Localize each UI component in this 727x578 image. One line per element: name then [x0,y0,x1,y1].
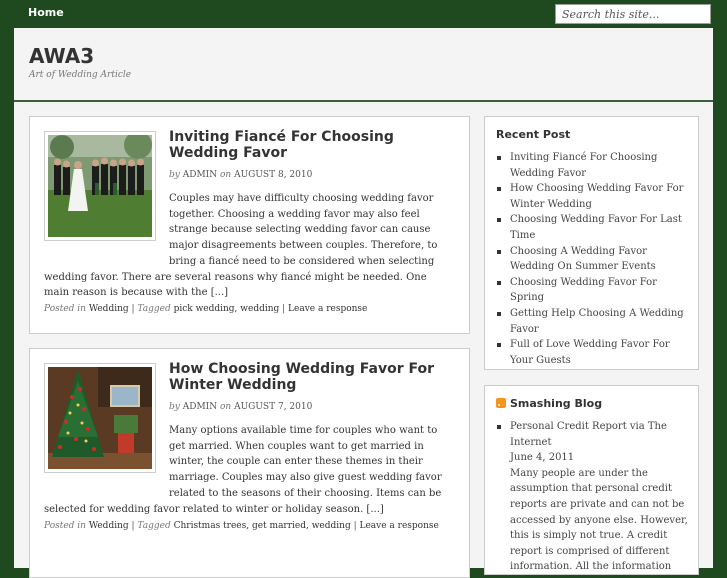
category-link[interactable]: Wedding [89,521,129,531]
recent-post-link[interactable]: Choosing Wedding Favor For Last Time [497,212,690,243]
post-footer: Posted in Wedding | Tagged Christmas tre… [44,521,439,531]
category-link[interactable]: Wedding [89,304,129,314]
feed-item-title[interactable]: Personal Credit Report via The Internet [510,421,667,448]
feed-item: Personal Credit Report via The Internet … [497,419,690,575]
leave-response-link[interactable]: Leave a response [288,304,367,314]
post-title[interactable]: How Choosing Wedding Favor For Winter We… [169,361,449,393]
recent-post-link[interactable]: Choosing Wedding Favor For Spring [497,275,690,306]
nav-home-link[interactable]: Home [28,6,64,19]
recent-post-link[interactable]: Choosing A Wedding Favor Wedding On Summ… [497,244,690,275]
post-excerpt: Many options available time for couples … [44,425,442,515]
widget-title: Recent Post [496,128,571,141]
feed-item-date: June 4, 2011 [510,452,575,464]
feed-list: Personal Credit Report via The Internet … [497,419,690,575]
post-date: AUGUST 7, 2010 [234,402,313,412]
post-author[interactable]: ADMIN [183,170,217,180]
post-footer: Posted in Wedding | Tagged pick wedding,… [44,304,368,314]
leave-response-link[interactable]: Leave a response [359,521,438,531]
recent-post-link[interactable]: How Choosing Wedding Favor For Winter We… [497,181,690,212]
widget-title: Smashing Blog [496,397,602,410]
feed-item-summary: Many people are under the assumption tha… [510,467,688,573]
recent-post-link[interactable]: Getting Help Choosing A Wedding Favor [497,306,690,337]
post-excerpt: Couples may have difficulty choosing wed… [44,193,438,299]
tags-links[interactable]: pick wedding, wedding [174,304,280,314]
recent-posts-list: Inviting Fiancé For Choosing Wedding Fav… [497,150,690,368]
recent-post-link[interactable]: Inviting Fiancé For Choosing Wedding Fav… [497,150,690,181]
post-author[interactable]: ADMIN [183,402,217,412]
rss-icon[interactable] [496,398,506,408]
recent-posts-widget: Recent Post Inviting Fiancé For Choosing… [484,116,699,370]
smashing-blog-widget: Smashing Blog Personal Credit Report via… [484,385,699,575]
post-title[interactable]: Inviting Fiancé For Choosing Wedding Fav… [169,129,449,161]
post-meta: by ADMIN on AUGUST 8, 2010 [169,170,313,180]
search-input[interactable] [555,4,711,24]
post-meta: by ADMIN on AUGUST 7, 2010 [169,402,313,412]
site-header: AWA3 Art of Wedding Article [14,28,713,102]
site-title[interactable]: AWA3 [29,44,94,68]
site-description: Art of Wedding Article [29,70,132,80]
post-card: How Choosing Wedding Favor For Winter We… [29,348,470,578]
tags-links[interactable]: Christmas trees, get married, wedding [174,521,351,531]
top-navigation: Home [0,0,727,28]
recent-post-link[interactable]: Full of Love Wedding Favor For Your Gues… [497,337,690,368]
post-date: AUGUST 8, 2010 [234,170,313,180]
post-card: Inviting Fiancé For Choosing Wedding Fav… [29,116,470,334]
